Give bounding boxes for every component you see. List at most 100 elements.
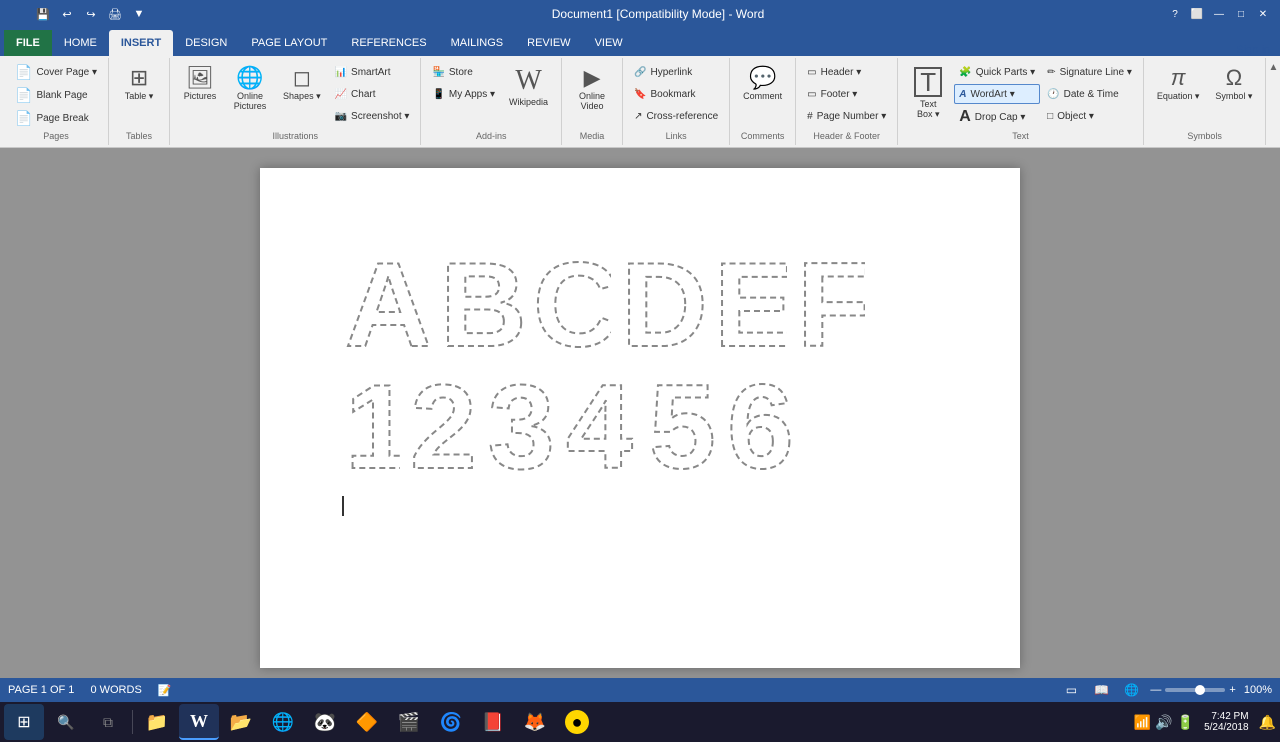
word-taskbar[interactable]: W (179, 704, 219, 740)
camera-taskbar[interactable]: ● (557, 704, 597, 740)
vlc-taskbar[interactable]: 🔶 (347, 704, 387, 740)
ribbon-display-button[interactable]: ⬜ (1188, 5, 1206, 23)
pdf-taskbar[interactable]: 📕 (473, 704, 513, 740)
document-page[interactable]: A B C D E F (260, 168, 1020, 668)
start-button[interactable]: ⊞ (4, 704, 44, 740)
pdf-icon: 📕 (482, 712, 504, 733)
undo-button[interactable]: ↩ (56, 3, 78, 25)
print-button[interactable]: 🖨 (104, 3, 126, 25)
wordart-button[interactable]: A WordArt ▾ (954, 84, 1040, 104)
file-explorer-taskbar[interactable]: 📁 (137, 704, 177, 740)
date-time-icon: 🕐 (1047, 89, 1059, 100)
title-bar-controls: ? ⬜ — □ ✕ (1166, 5, 1272, 23)
screenshot-icon: 📷 (335, 111, 347, 122)
zoom-slider[interactable] (1165, 688, 1225, 692)
camera-icon: ● (565, 710, 589, 734)
signature-line-icon: ✏ (1047, 67, 1055, 78)
drop-cap-button[interactable]: A Drop Cap ▾ (954, 106, 1040, 128)
equation-button[interactable]: π Equation ▾ (1150, 62, 1207, 107)
zoom-out-button[interactable]: — (1150, 684, 1161, 696)
tab-design[interactable]: DESIGN (173, 30, 239, 56)
hyperlink-button[interactable]: 🔗 Hyperlink (629, 62, 723, 82)
my-apps-button[interactable]: 📱 My Apps ▾ (427, 84, 500, 104)
zoom-in-button[interactable]: + (1229, 684, 1235, 696)
save-button[interactable]: 💾 (32, 3, 54, 25)
firefox-taskbar[interactable]: 🦊 (515, 704, 555, 740)
web-layout-button[interactable]: 🌐 (1120, 679, 1142, 701)
comments-label: Comments (734, 129, 791, 143)
blank-page-button[interactable]: 📄 Blank Page (10, 85, 102, 106)
date-time-button[interactable]: 🕐 Date & Time (1042, 84, 1137, 104)
tab-insert[interactable]: INSERT (109, 30, 173, 56)
bookmark-button[interactable]: 🔖 Bookmark (629, 84, 723, 104)
sign-in-button[interactable]: Sign in (1226, 44, 1280, 56)
minimize-button[interactable]: — (1210, 5, 1228, 23)
tab-file[interactable]: FILE (4, 30, 52, 56)
signature-line-button[interactable]: ✏ Signature Line ▾ (1042, 62, 1137, 82)
pages-buttons: 📄 Cover Page ▾ 📄 Blank Page 📄 Page Break (8, 60, 104, 129)
firefox-icon: 🦊 (524, 712, 546, 733)
footer-button[interactable]: ▭ Footer ▾ (802, 84, 891, 104)
chart-button[interactable]: 📈 Chart (330, 84, 415, 104)
tab-review[interactable]: REVIEW (515, 30, 582, 56)
panda-taskbar[interactable]: 🐼 (305, 704, 345, 740)
online-video-button[interactable]: ▶ OnlineVideo (568, 62, 616, 116)
quick-parts-button[interactable]: 🧩 Quick Parts ▾ (954, 62, 1040, 82)
wikipedia-button[interactable]: W Wikipedia (502, 62, 555, 112)
tab-home[interactable]: HOME (52, 30, 109, 56)
tab-page-layout[interactable]: PAGE LAYOUT (239, 30, 339, 56)
illustrations-label: Illustrations (174, 129, 416, 143)
group-header-footer: ▭ Header ▾ ▭ Footer ▾ # Page Number ▾ He… (796, 58, 898, 145)
print-layout-button[interactable]: ▭ (1060, 679, 1082, 701)
table-button[interactable]: ⊞ Table ▾ (115, 62, 163, 107)
page-number-button[interactable]: # Page Number ▾ (802, 106, 891, 126)
cross-reference-button[interactable]: ↗ Cross-reference (629, 106, 723, 126)
page-break-button[interactable]: 📄 Page Break (10, 108, 102, 129)
redo-button[interactable]: ↪ (80, 3, 102, 25)
smartart-button[interactable]: 📊 SmartArt (330, 62, 415, 82)
search-button[interactable]: 🔍 (46, 704, 86, 740)
proofing-icon[interactable]: 📝 (158, 684, 172, 697)
file-explorer-icon: 📁 (146, 712, 168, 733)
close-button[interactable]: ✕ (1254, 5, 1272, 23)
swirl-taskbar[interactable]: 🌀 (431, 704, 471, 740)
text-box-button[interactable]: T TextBox ▾ (904, 62, 952, 125)
ribbon-collapse[interactable]: ▲ (1266, 58, 1280, 145)
network-icon: 📶 (1134, 714, 1151, 731)
media-buttons: ▶ OnlineVideo (566, 60, 618, 129)
group-media: ▶ OnlineVideo Media (562, 58, 623, 145)
screenshot-button[interactable]: 📷 Screenshot ▾ (330, 106, 415, 126)
help-button[interactable]: ? (1166, 5, 1184, 23)
collapse-icon: ▲ (1268, 62, 1278, 73)
comment-button[interactable]: 💬 Comment (736, 62, 789, 106)
files2-taskbar[interactable]: 📂 (221, 704, 261, 740)
maximize-button[interactable]: □ (1232, 5, 1250, 23)
links-label: Links (627, 129, 725, 143)
notification-icon[interactable]: 🔔 (1259, 714, 1276, 731)
object-button[interactable]: □ Object ▾ (1042, 106, 1137, 126)
header-button[interactable]: ▭ Header ▾ (802, 62, 891, 82)
task-view-button[interactable]: ⧉ (88, 704, 128, 740)
shapes-button[interactable]: ◻ Shapes ▾ (276, 62, 328, 107)
chrome-taskbar[interactable]: 🌐 (263, 704, 303, 740)
customize-qat[interactable]: ▼ (128, 3, 150, 25)
read-mode-button[interactable]: 📖 (1090, 679, 1112, 701)
cover-page-button[interactable]: 📄 Cover Page ▾ (10, 62, 102, 83)
vlc-icon: 🔶 (356, 712, 378, 733)
pictures-button[interactable]: 🖼 Pictures (176, 62, 224, 106)
number-6: 6 (725, 368, 795, 478)
tab-view[interactable]: VIEW (583, 30, 635, 56)
taskbar-right: 📶 🔊 🔋 7:42 PM 5/24/2018 🔔 (1134, 711, 1276, 733)
symbol-button[interactable]: Ω Symbol ▾ (1208, 62, 1259, 107)
store-button[interactable]: 🏪 Store (427, 62, 500, 82)
tab-references[interactable]: REFERENCES (339, 30, 438, 56)
svg-text:2: 2 (410, 368, 477, 478)
tab-mailings[interactable]: MAILINGS (439, 30, 516, 56)
comments-buttons: 💬 Comment (734, 60, 791, 129)
online-pictures-button[interactable]: 🌐 OnlinePictures (226, 62, 274, 116)
svg-text:C: C (533, 238, 611, 358)
group-illustrations: 🖼 Pictures 🌐 OnlinePictures ◻ Shapes ▾ 📊… (170, 58, 421, 145)
page-break-icon: 📄 (15, 110, 32, 127)
comment-icon: 💬 (749, 67, 776, 89)
video-taskbar[interactable]: 🎬 (389, 704, 429, 740)
